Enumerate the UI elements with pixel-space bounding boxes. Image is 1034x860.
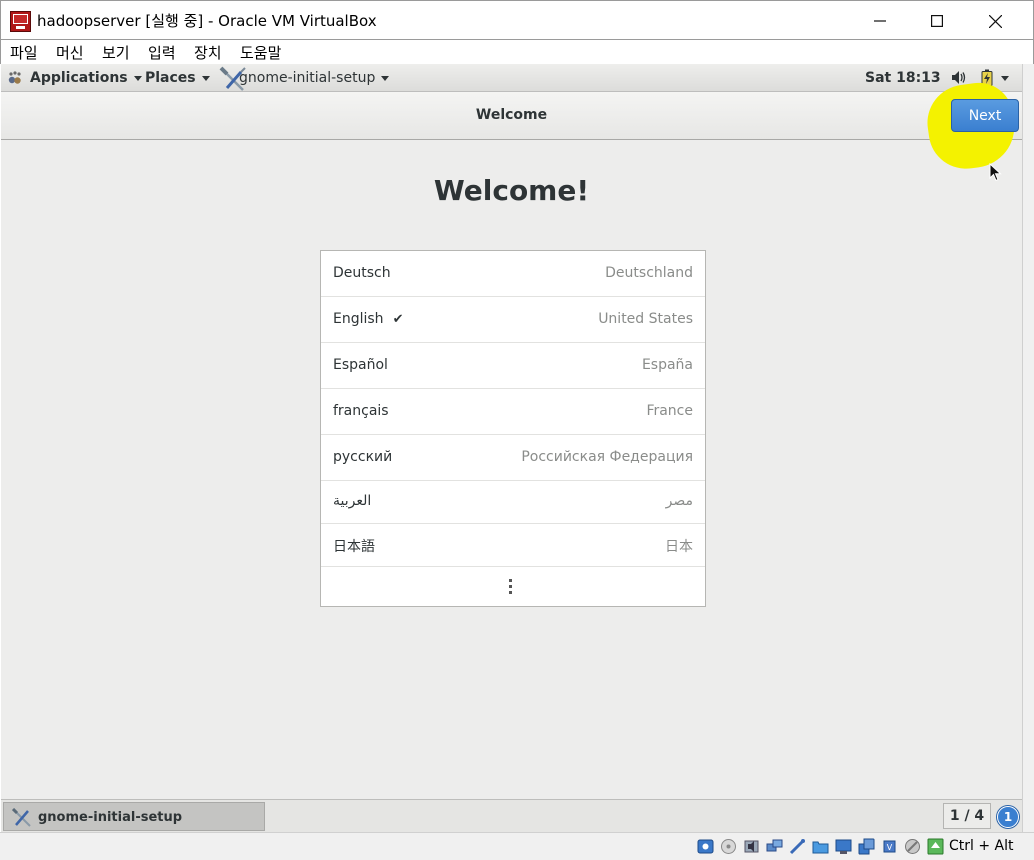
- shared-folders-icon[interactable]: [812, 838, 829, 855]
- language-region: United States: [598, 311, 693, 327]
- active-app-label: gnome-initial-setup: [239, 70, 376, 86]
- taskbar-window-button[interactable]: gnome-initial-setup: [3, 802, 265, 831]
- window-title: hadoopserver [실행 중] - Oracle VM VirtualB…: [37, 12, 377, 30]
- language-row-english[interactable]: English ✔ United States: [321, 297, 705, 343]
- workspace-indicator[interactable]: 1 / 4: [943, 803, 991, 829]
- language-region: España: [641, 357, 693, 373]
- close-button[interactable]: [966, 1, 1024, 41]
- language-row-russian[interactable]: русский Российская Федерация: [321, 435, 705, 481]
- places-menu-label: Places: [145, 70, 196, 86]
- display-icon[interactable]: [835, 838, 852, 855]
- more-languages-button[interactable]: [321, 567, 705, 607]
- host-key-label: Ctrl + Alt: [949, 838, 1014, 854]
- notification-badge[interactable]: 1: [997, 806, 1019, 828]
- virtualbox-title-bar: hadoopserver [실행 중] - Oracle VM VirtualB…: [0, 0, 1034, 40]
- gnome-top-panel: Applications Places gnome-initial-setup …: [1, 64, 1022, 92]
- places-menu[interactable]: Places: [145, 70, 210, 86]
- taskbar-window-label: gnome-initial-setup: [38, 810, 183, 825]
- language-name: 日本語: [333, 539, 375, 555]
- menu-machine[interactable]: 머신: [56, 42, 84, 63]
- applications-menu-label: Applications: [30, 70, 128, 86]
- language-name-with-check: English ✔: [333, 311, 403, 327]
- language-name: العربية: [333, 493, 372, 509]
- guest-display[interactable]: Applications Places gnome-initial-setup …: [1, 64, 1022, 832]
- menu-input[interactable]: 입력: [148, 42, 176, 63]
- cpu-virtualization-icon[interactable]: V: [881, 838, 898, 855]
- menu-file[interactable]: 파일: [10, 42, 38, 63]
- chevron-down-icon: [133, 75, 142, 81]
- video-capture-icon[interactable]: [858, 838, 875, 855]
- chevron-down-icon: [201, 75, 210, 81]
- applications-menu[interactable]: Applications: [30, 70, 142, 86]
- menu-view[interactable]: 보기: [102, 42, 130, 63]
- menu-help[interactable]: 도움말: [240, 42, 281, 63]
- language-region: 日本: [665, 539, 693, 555]
- network-icon[interactable]: [766, 838, 783, 855]
- chevron-down-icon: [381, 75, 390, 81]
- optical-drive-icon[interactable]: [720, 838, 737, 855]
- language-region: مصر: [665, 493, 693, 509]
- welcome-heading: Welcome!: [433, 174, 590, 207]
- language-name: Deutsch: [333, 265, 391, 281]
- setup-header-bar: Welcome Next: [1, 78, 1022, 182]
- maximize-button[interactable]: [908, 1, 966, 41]
- minimize-button[interactable]: [851, 1, 909, 41]
- language-row-japanese[interactable]: 日本語 日本: [321, 524, 705, 567]
- header-title: Welcome: [475, 107, 548, 123]
- minimize-icon: [874, 20, 886, 22]
- mouse-integration-icon[interactable]: [904, 838, 921, 855]
- language-region: Российская Федерация: [521, 449, 693, 465]
- language-list: Deutsch Deutschland English ✔ United Stat…: [320, 250, 706, 607]
- language-row-deutsch[interactable]: Deutsch Deutschland: [321, 251, 705, 297]
- language-row-francais[interactable]: français France: [321, 389, 705, 435]
- audio-icon[interactable]: [743, 838, 760, 855]
- language-name: français: [333, 403, 389, 419]
- language-region: Deutschland: [605, 265, 693, 281]
- system-menu-chevron-icon[interactable]: [1001, 76, 1009, 81]
- hard-disk-icon[interactable]: [697, 838, 714, 855]
- virtualbox-statusbar: V Ctrl + Alt: [0, 832, 1034, 860]
- usb-icon[interactable]: [789, 838, 806, 855]
- clock[interactable]: Sat 18:13: [865, 70, 941, 86]
- tools-icon: [12, 808, 31, 827]
- virtualbox-menubar: 파일 머신 보기 입력 장치 도움말: [0, 40, 1034, 64]
- menu-devices[interactable]: 장치: [194, 42, 222, 63]
- language-name: русский: [333, 449, 393, 465]
- host-key-icon[interactable]: [927, 838, 944, 855]
- gnome-bottom-taskbar: gnome-initial-setup 1 / 4 1: [1, 799, 1022, 832]
- volume-icon[interactable]: [951, 70, 967, 85]
- language-name: Español: [333, 357, 388, 373]
- language-row-espanol[interactable]: Español España: [321, 343, 705, 389]
- virtualbox-vm-icon: [10, 11, 31, 32]
- language-region: France: [646, 403, 693, 419]
- window-frame-edge: [1022, 64, 1034, 832]
- more-vertical-icon: [509, 579, 513, 594]
- active-app-menu[interactable]: gnome-initial-setup: [239, 70, 390, 86]
- language-row-arabic[interactable]: العربية مصر: [321, 481, 705, 524]
- svg-text:V: V: [887, 843, 893, 852]
- close-icon: [988, 14, 1002, 28]
- language-name: English: [333, 311, 384, 327]
- gnome-foot-icon: [8, 71, 21, 84]
- maximize-icon: [931, 15, 943, 27]
- checkmark-icon: ✔: [392, 312, 404, 327]
- next-button[interactable]: Next: [951, 99, 1019, 132]
